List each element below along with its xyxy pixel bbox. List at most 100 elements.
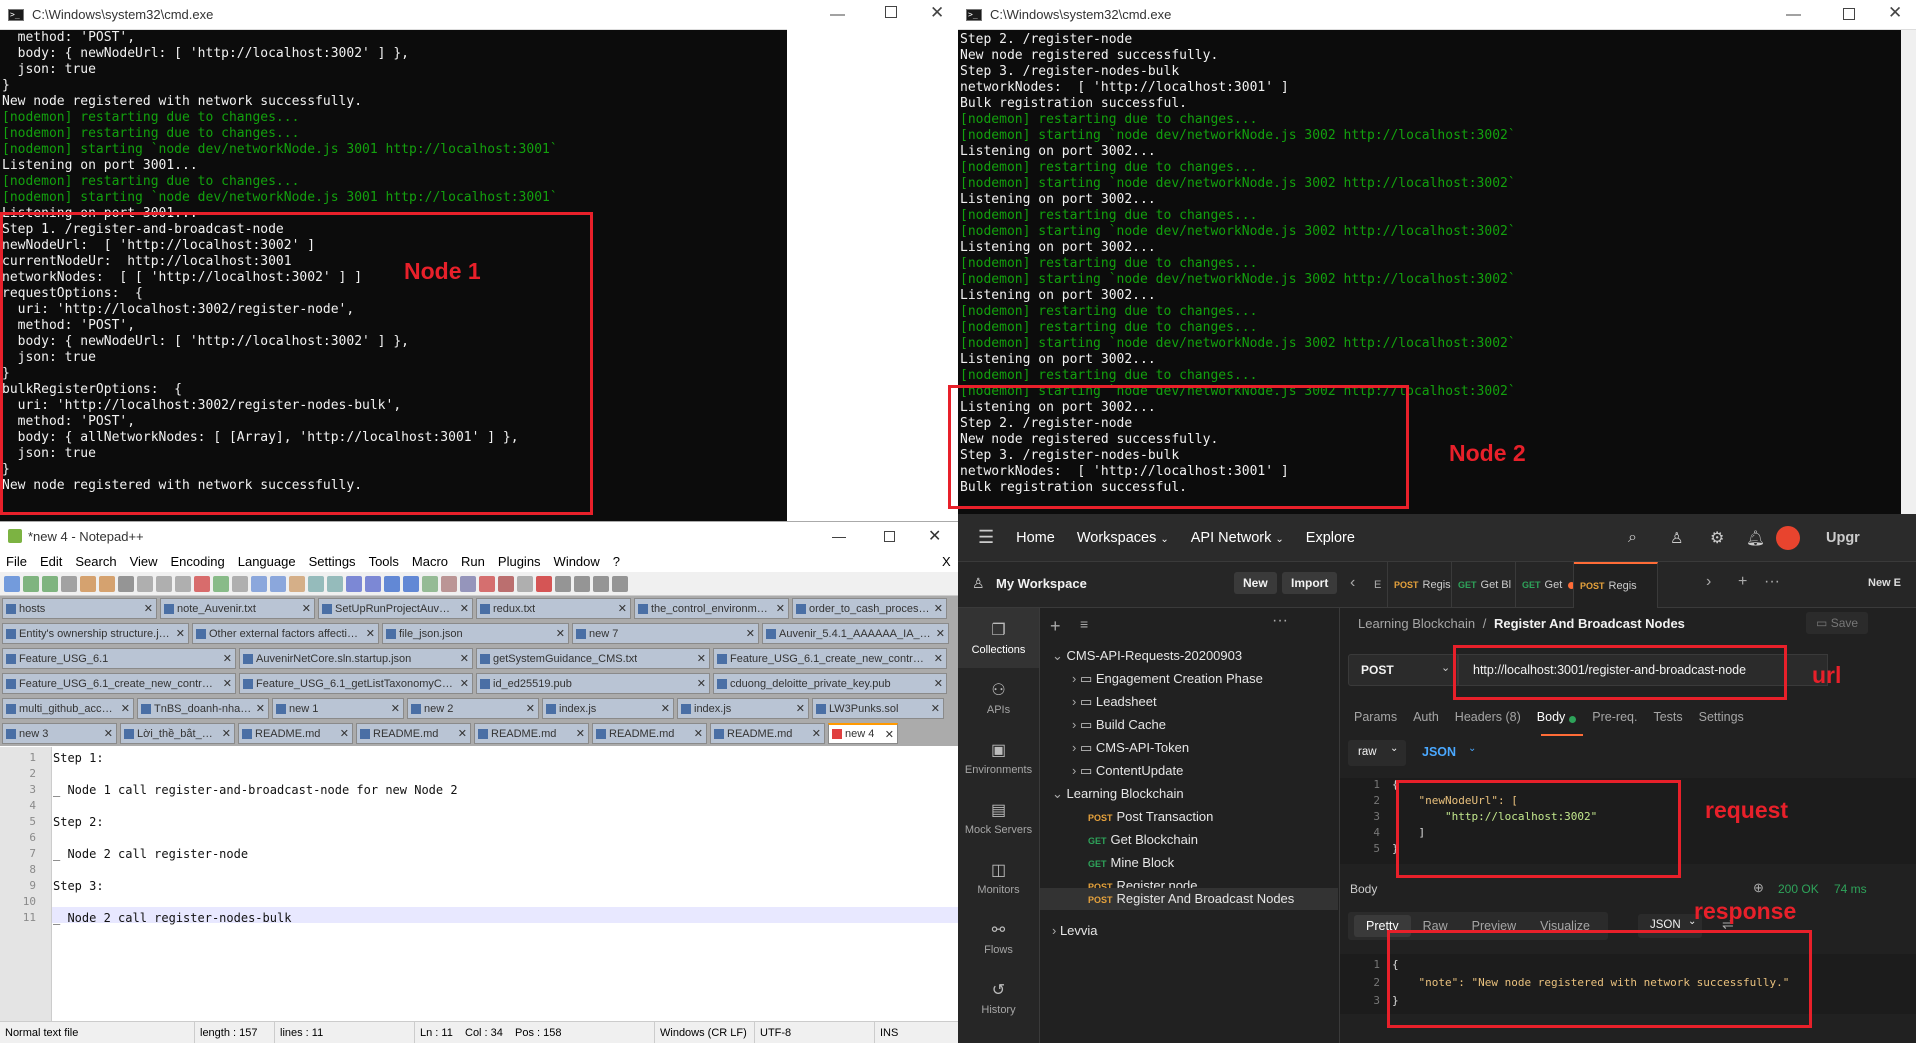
file-tab[interactable]: TnBS_doanh-nhan-dau-tien-cua-trung-quoc.…: [137, 698, 269, 719]
menu-settings[interactable]: Settings: [309, 554, 356, 569]
file-tab[interactable]: Other external factors affecting the ent…: [192, 623, 379, 644]
menu-search[interactable]: Search: [75, 554, 116, 569]
cmd1-maximize-button[interactable]: [885, 6, 897, 18]
collection-learning-blockchain[interactable]: ⌄ Learning Blockchain: [1052, 786, 1184, 802]
request-tab[interactable]: GET Get Bl: [1452, 562, 1516, 608]
file-tab[interactable]: Lời_thề_bắt_cóng.txt✕: [120, 723, 235, 744]
sidebar-item-mock-servers[interactable]: ▤ Mock Servers: [958, 788, 1039, 848]
method-select[interactable]: POST ⌄: [1348, 654, 1458, 686]
chevron-down-icon[interactable]: ⌄: [1052, 786, 1067, 801]
close-tab-icon[interactable]: ✕: [456, 652, 469, 665]
toolbar-icon[interactable]: [327, 575, 343, 592]
nav-api-network[interactable]: API Network ⌄: [1191, 530, 1284, 546]
file-tab[interactable]: new 3 ✕: [2, 723, 117, 744]
file-tab[interactable]: note_Auvenir.txt ✕: [160, 598, 315, 619]
response-body-label[interactable]: Body: [1350, 882, 1377, 896]
response-body-editor[interactable]: 1 {2 "note": "New node registered with ne…: [1340, 954, 1916, 1014]
toolbar-icon[interactable]: [384, 575, 400, 592]
response-lang-select[interactable]: JSON ⌄: [1638, 914, 1702, 938]
folder-item[interactable]: › ▭ CMS-API-Token: [1072, 740, 1189, 756]
request-tab[interactable]: POST Regis: [1388, 562, 1452, 608]
new-button[interactable]: New: [1234, 572, 1277, 594]
chevron-right-icon[interactable]: ›: [1072, 740, 1080, 755]
toolbar-icon[interactable]: [175, 575, 191, 592]
request-tab[interactable]: POST Regis: [1574, 562, 1658, 608]
toolbar-icon[interactable]: [536, 575, 552, 592]
environment-select[interactable]: New E: [1868, 577, 1901, 589]
toolbar-icon[interactable]: [612, 575, 628, 592]
tabs-more-icon[interactable]: ···: [1764, 573, 1780, 591]
sidebar-item-environments[interactable]: ▣ Environments: [958, 728, 1039, 788]
close-tab-icon[interactable]: ✕: [522, 702, 535, 715]
toolbar-icon[interactable]: [99, 575, 115, 592]
toolbar-icon[interactable]: [498, 575, 514, 592]
notepad-doc-close[interactable]: X: [942, 554, 951, 569]
menu-file[interactable]: File: [6, 554, 27, 569]
notepad-editor[interactable]: 1 Step 1: 2 3 _ Node 1 call register-and-bro…: [0, 747, 958, 1022]
toolbar-icon[interactable]: [61, 575, 77, 592]
notepad-close-button[interactable]: ✕: [928, 526, 941, 546]
request-tab[interactable]: E: [1368, 562, 1388, 608]
toolbar-icon[interactable]: [422, 575, 438, 592]
bell-icon[interactable]: 🔔︎: [1746, 529, 1765, 547]
folder-item[interactable]: › ▭ ContentUpdate: [1072, 763, 1183, 779]
file-tab[interactable]: Auvenir_5.4.1_AAAAAA_IA_16052022_nhaxxx.…: [762, 623, 949, 644]
chevron-down-icon[interactable]: ⌄: [1052, 648, 1067, 663]
save-button[interactable]: ▭ Save: [1806, 612, 1869, 634]
folder-item[interactable]: › ▭ Engagement Creation Phase: [1072, 671, 1263, 687]
new-tab-icon[interactable]: +: [1738, 573, 1747, 591]
close-tab-icon[interactable]: ✕: [140, 602, 153, 615]
file-tab[interactable]: LW3Punks.sol ✕: [812, 698, 944, 719]
body-mode-select[interactable]: raw ⌄: [1348, 740, 1406, 766]
file-tab[interactable]: Entity's ownership structure.json ✕: [2, 623, 189, 644]
file-tab[interactable]: SetUpRunProjectAuvenir.txt✕: [318, 598, 473, 619]
file-tab[interactable]: index.js ✕: [542, 698, 674, 719]
toolbar-icon[interactable]: [517, 575, 533, 592]
menu-plugins[interactable]: Plugins: [498, 554, 541, 569]
cmd2-maximize-button[interactable]: [1843, 8, 1855, 20]
close-tab-icon[interactable]: ✕: [219, 652, 232, 665]
request-item[interactable]: GET Get Blockchain: [1088, 832, 1198, 847]
toolbar-icon[interactable]: [593, 575, 609, 592]
file-tab[interactable]: README.md ✕: [474, 723, 589, 744]
notepad-maximize-button[interactable]: [884, 530, 895, 542]
notepad-titlebar[interactable]: *new 4 - Notepad++ — ✕: [0, 522, 958, 550]
close-tab-icon[interactable]: ✕: [336, 727, 349, 740]
toolbar-icon[interactable]: [270, 575, 286, 592]
request-tab[interactable]: GET Get: [1516, 562, 1574, 608]
toolbar-icon[interactable]: [346, 575, 362, 592]
close-tab-icon[interactable]: ✕: [742, 627, 755, 640]
file-tab[interactable]: redux.txt ✕: [476, 598, 631, 619]
request-item[interactable]: GET Mine Block: [1088, 855, 1174, 870]
cmd1-minimize-button[interactable]: —: [830, 6, 845, 23]
sidebar-item-monitors[interactable]: ◫ Monitors: [958, 848, 1039, 908]
menu-language[interactable]: Language: [238, 554, 296, 569]
menu-macro[interactable]: Macro: [412, 554, 448, 569]
request-item[interactable]: POST Register And Broadcast Nodes: [1040, 888, 1338, 910]
response-tab-visualize[interactable]: Visualize: [1528, 915, 1602, 937]
file-tab[interactable]: README.md ✕: [238, 723, 353, 744]
file-tab[interactable]: new 4 ✕: [828, 723, 898, 744]
response-time[interactable]: 74 ms: [1834, 882, 1867, 896]
toolbar-icon[interactable]: [118, 575, 134, 592]
toolbar-icon[interactable]: [479, 575, 495, 592]
response-tab-pretty[interactable]: Pretty: [1354, 915, 1411, 937]
file-tab[interactable]: cduong_deloitte_private_key.pub ✕: [713, 673, 947, 694]
nav-workspaces[interactable]: Workspaces ⌄: [1077, 530, 1169, 546]
collection-root[interactable]: ⌄ CMS-API-Requests-20200903: [1052, 648, 1242, 664]
close-tab-icon[interactable]: ✕: [792, 702, 805, 715]
file-tab[interactable]: order_to_cash_process.json✕: [792, 598, 947, 619]
close-tab-icon[interactable]: ✕: [657, 702, 670, 715]
close-tab-icon[interactable]: ✕: [117, 702, 130, 715]
close-tab-icon[interactable]: ✕: [927, 702, 940, 715]
file-tab[interactable]: new 1 ✕: [272, 698, 404, 719]
file-tab[interactable]: file_json.json ✕: [382, 623, 569, 644]
close-tab-icon[interactable]: ✕: [172, 627, 185, 640]
close-tab-icon[interactable]: ✕: [693, 652, 706, 665]
sidebar-item-apis[interactable]: ⚇ APIs: [958, 668, 1039, 728]
file-tab[interactable]: hosts ✕: [2, 598, 157, 619]
nav-explore[interactable]: Explore: [1306, 530, 1355, 546]
toolbar-icon[interactable]: [23, 575, 39, 592]
file-tab[interactable]: AuvenirNetCore.sln.startup.json ✕: [239, 648, 473, 669]
toolbar-icon[interactable]: [213, 575, 229, 592]
